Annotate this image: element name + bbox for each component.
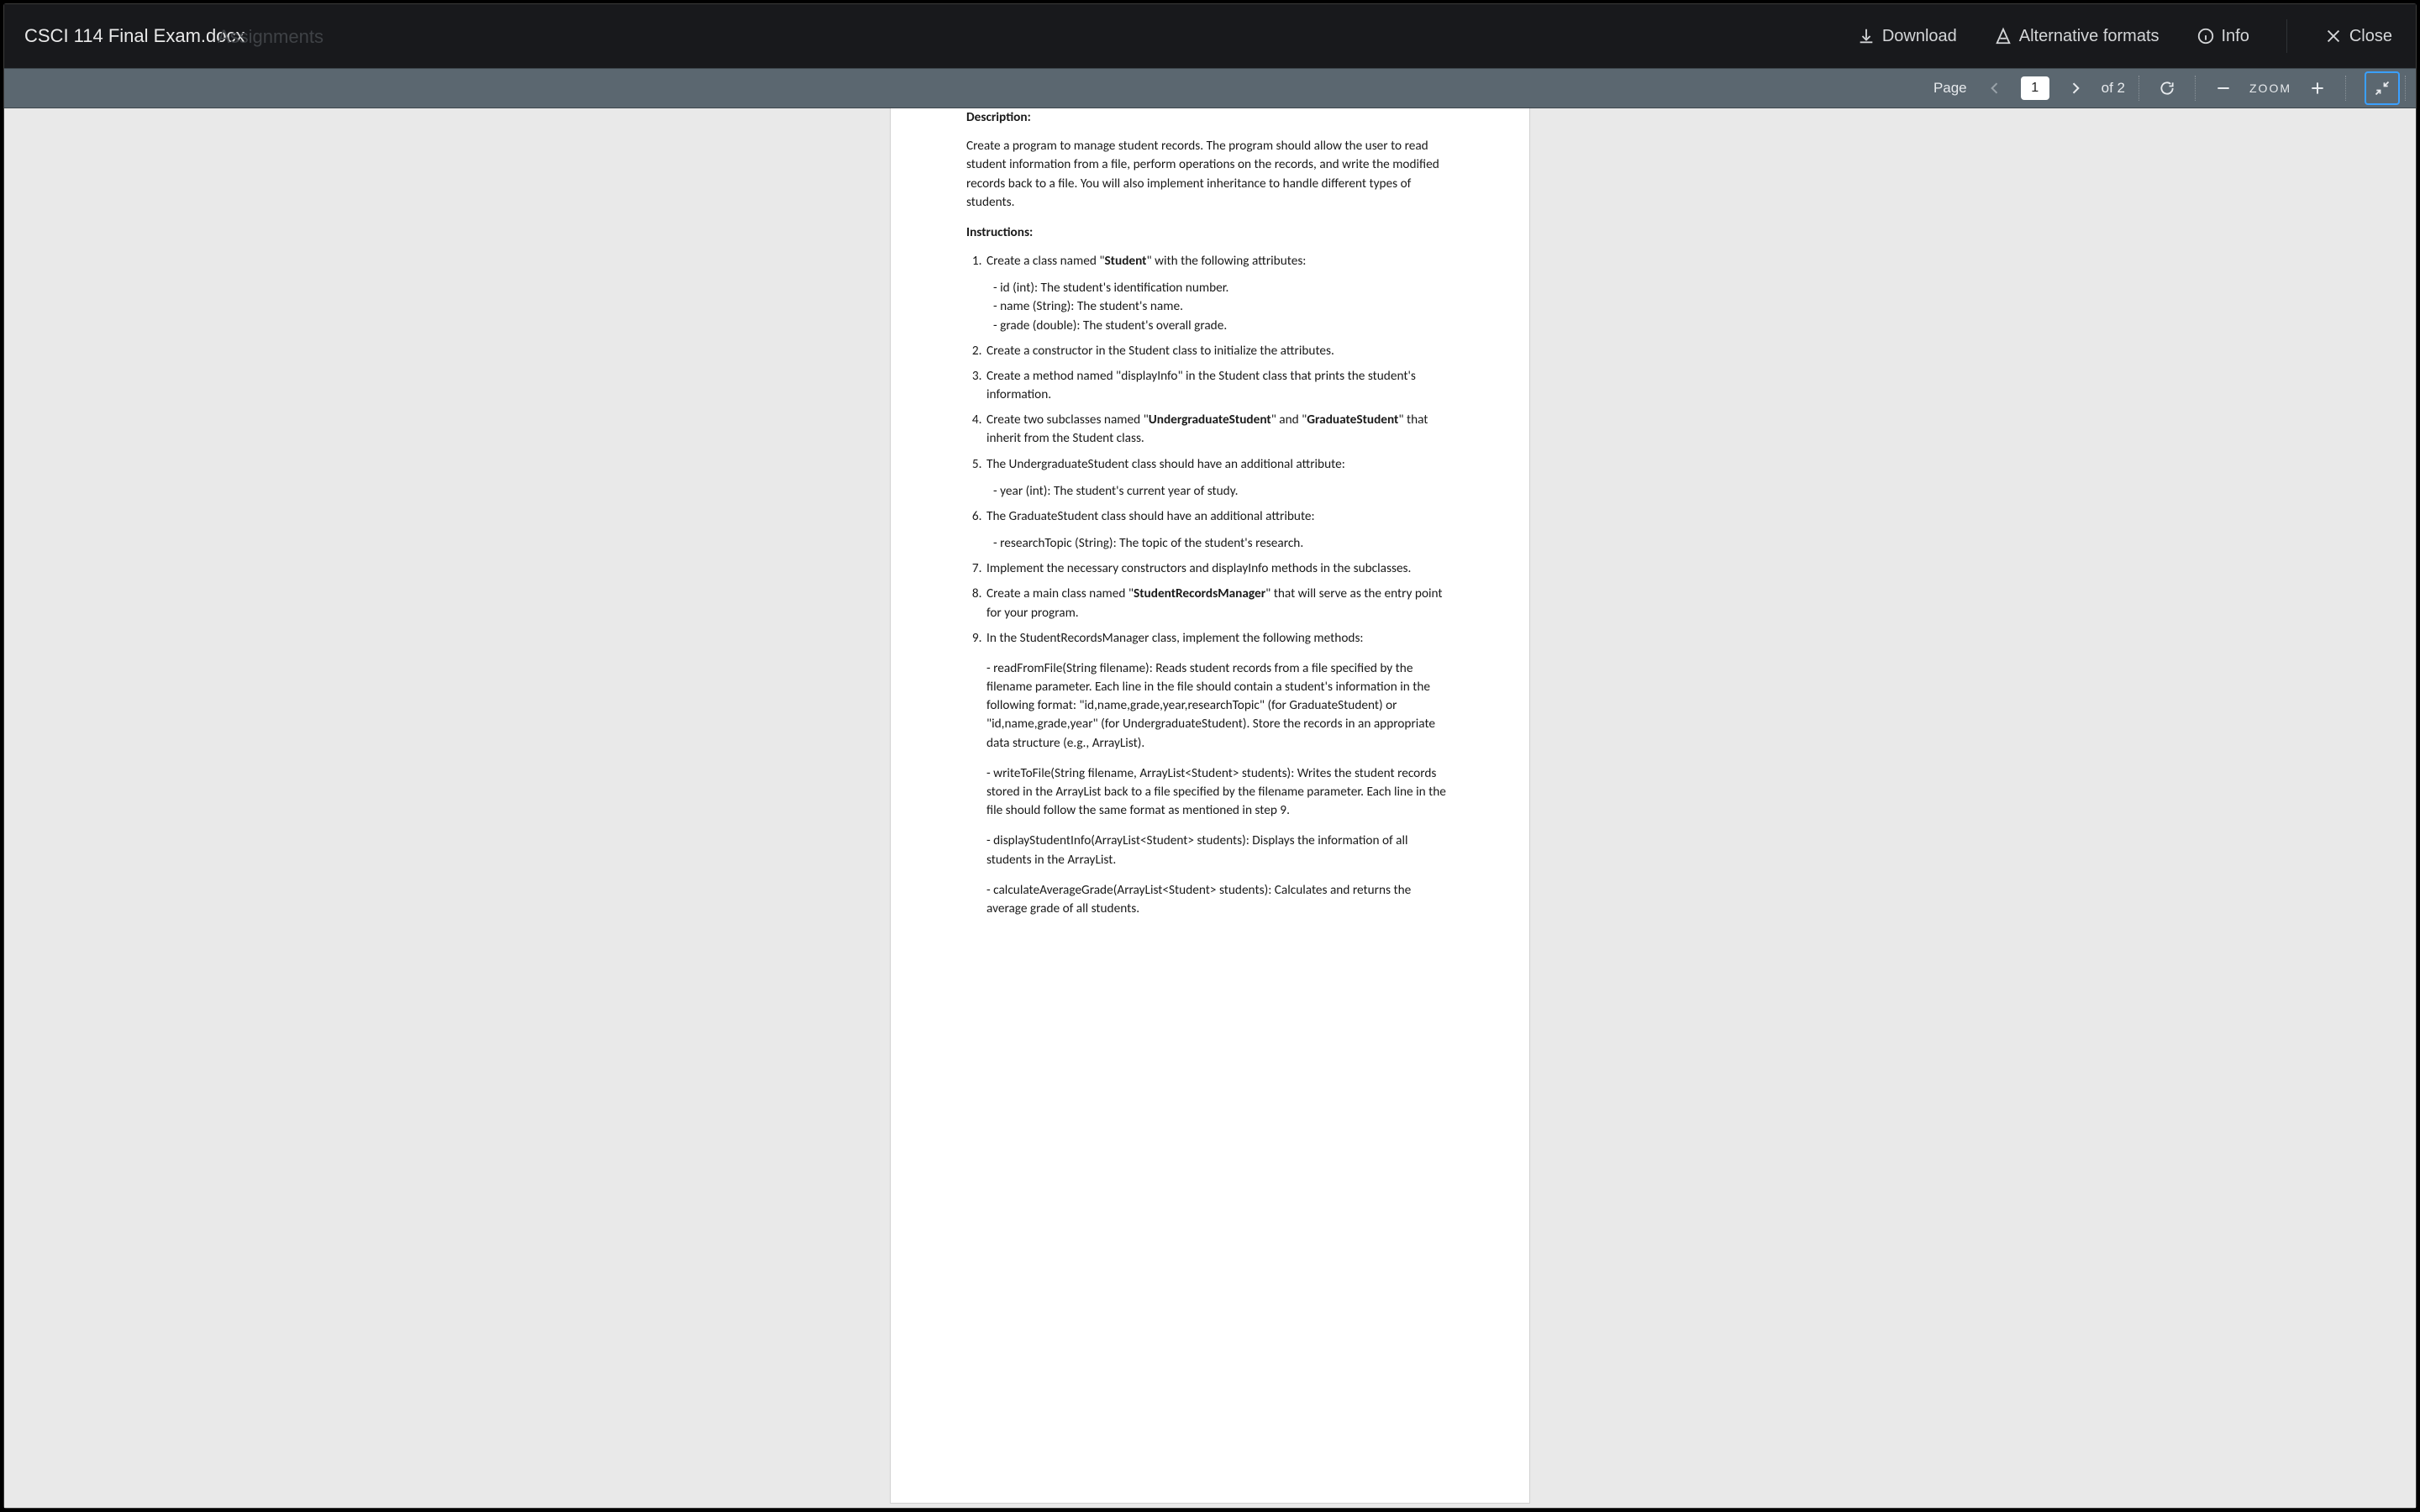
- document-stage[interactable]: Description: Create a program to manage …: [4, 108, 2416, 1508]
- text: " and ": [1271, 412, 1307, 428]
- exit-fullscreen-button[interactable]: [2365, 71, 2400, 105]
- plus-icon: [2309, 80, 2326, 97]
- close-label: Close: [2349, 27, 2392, 46]
- next-page-button[interactable]: [2061, 74, 2090, 102]
- sub-item: - researchTopic (String): The topic of t…: [993, 534, 1454, 553]
- instruction-item: Create a method named "displayInfo" in t…: [985, 367, 1454, 404]
- close-button[interactable]: Close: [2324, 27, 2392, 46]
- zoom-in-button[interactable]: [2303, 74, 2332, 102]
- method-item: - writeToFile(String filename, ArrayList…: [986, 764, 1454, 821]
- zoom-group: ZOOM: [2196, 68, 2345, 108]
- topbar-divider: [2286, 19, 2287, 53]
- text: In the StudentRecordsManager class, impl…: [986, 630, 1364, 646]
- background-tab-label: Assignments: [218, 26, 324, 48]
- document-page: Description: Create a program to manage …: [891, 108, 1529, 1503]
- description-heading: Description:: [966, 108, 1454, 127]
- viewer-toolbar: Page of 2 ZOOM: [4, 68, 2416, 108]
- sub-list: - year (int): The student's current year…: [993, 482, 1454, 501]
- page-nav-group: Page of 2: [1920, 68, 2139, 108]
- text: The UndergraduateStudent class should ha…: [986, 456, 1345, 472]
- instruction-item: The UndergraduateStudent class should ha…: [985, 455, 1454, 501]
- rotate-group: [2139, 68, 2195, 108]
- text: Create a class named ": [986, 253, 1104, 269]
- text: The GraduateStudent class should have an…: [986, 508, 1315, 524]
- alternative-formats-label: Alternative formats: [2019, 27, 2160, 46]
- instruction-item: Implement the necessary constructors and…: [985, 559, 1454, 578]
- zoom-out-button[interactable]: [2209, 74, 2238, 102]
- instruction-item: In the StudentRecordsManager class, impl…: [985, 629, 1454, 918]
- info-button[interactable]: Info: [2196, 27, 2249, 46]
- methods-list: - readFromFile(String filename): Reads s…: [986, 659, 1454, 918]
- minus-icon: [2215, 80, 2232, 97]
- bold: Student: [1104, 253, 1146, 269]
- text: Create a main class named ": [986, 585, 1134, 601]
- instruction-item: Create a main class named "StudentRecord…: [985, 585, 1454, 622]
- text: Create two subclasses named ": [986, 412, 1149, 428]
- zoom-label: ZOOM: [2249, 81, 2291, 95]
- sub-list: - researchTopic (String): The topic of t…: [993, 534, 1454, 553]
- instruction-item: Create a class named "Student" with the …: [985, 252, 1454, 335]
- page-total: of 2: [2102, 80, 2125, 97]
- prev-page-button[interactable]: [1981, 74, 2009, 102]
- instruction-item: Create two subclasses named "Undergradua…: [985, 411, 1454, 448]
- topbar-actions: Download Alternative formats Info Close: [1857, 19, 2392, 53]
- topbar: CSCI 114 Final Exam.docx Assignments Dow…: [4, 4, 2416, 68]
- collapse-icon: [2374, 80, 2391, 97]
- bold: GraduateStudent: [1307, 412, 1398, 428]
- alternative-formats-icon: [1994, 27, 2012, 45]
- chevron-right-icon: [2067, 80, 2084, 97]
- sub-item: - grade (double): The student's overall …: [993, 317, 1454, 335]
- sub-list: - id (int): The student's identification…: [993, 279, 1454, 335]
- method-item: - readFromFile(String filename): Reads s…: [986, 659, 1454, 753]
- document-title: CSCI 114 Final Exam.docx: [24, 25, 245, 47]
- download-label: Download: [1882, 27, 1957, 46]
- bold: StudentRecordsManager: [1134, 585, 1265, 601]
- page-label: Page: [1933, 80, 1967, 97]
- description-body: Create a program to manage student recor…: [966, 137, 1454, 212]
- toolbar-separator: [2405, 76, 2406, 101]
- text: " with the following attributes:: [1146, 253, 1306, 269]
- instructions-list: Create a class named "Student" with the …: [966, 252, 1454, 918]
- sub-item: - year (int): The student's current year…: [993, 482, 1454, 501]
- info-icon: [2196, 27, 2215, 45]
- instruction-item: Create a constructor in the Student clas…: [985, 342, 1454, 360]
- instructions-heading: Instructions:: [966, 223, 1454, 242]
- chevron-left-icon: [1986, 80, 2003, 97]
- close-icon: [2324, 27, 2343, 45]
- method-item: - displayStudentInfo(ArrayList<Student> …: [986, 832, 1454, 869]
- rotate-button[interactable]: [2153, 74, 2181, 102]
- fullscreen-group: [2346, 68, 2405, 108]
- alternative-formats-button[interactable]: Alternative formats: [1994, 27, 2160, 46]
- sub-item: - name (String): The student's name.: [993, 297, 1454, 316]
- page-number-input[interactable]: [2021, 76, 2049, 100]
- bold: UndergraduateStudent: [1149, 412, 1271, 428]
- toolbar-controls: Page of 2 ZOOM: [1920, 68, 2406, 108]
- download-button[interactable]: Download: [1857, 27, 1957, 46]
- instruction-item: The GraduateStudent class should have an…: [985, 507, 1454, 553]
- method-item: - calculateAverageGrade(ArrayList<Studen…: [986, 881, 1454, 918]
- sub-item: - id (int): The student's identification…: [993, 279, 1454, 297]
- document-viewer: CSCI 114 Final Exam.docx Assignments Dow…: [3, 3, 2417, 1509]
- info-label: Info: [2222, 27, 2249, 46]
- download-icon: [1857, 27, 1876, 45]
- rotate-icon: [2159, 80, 2175, 97]
